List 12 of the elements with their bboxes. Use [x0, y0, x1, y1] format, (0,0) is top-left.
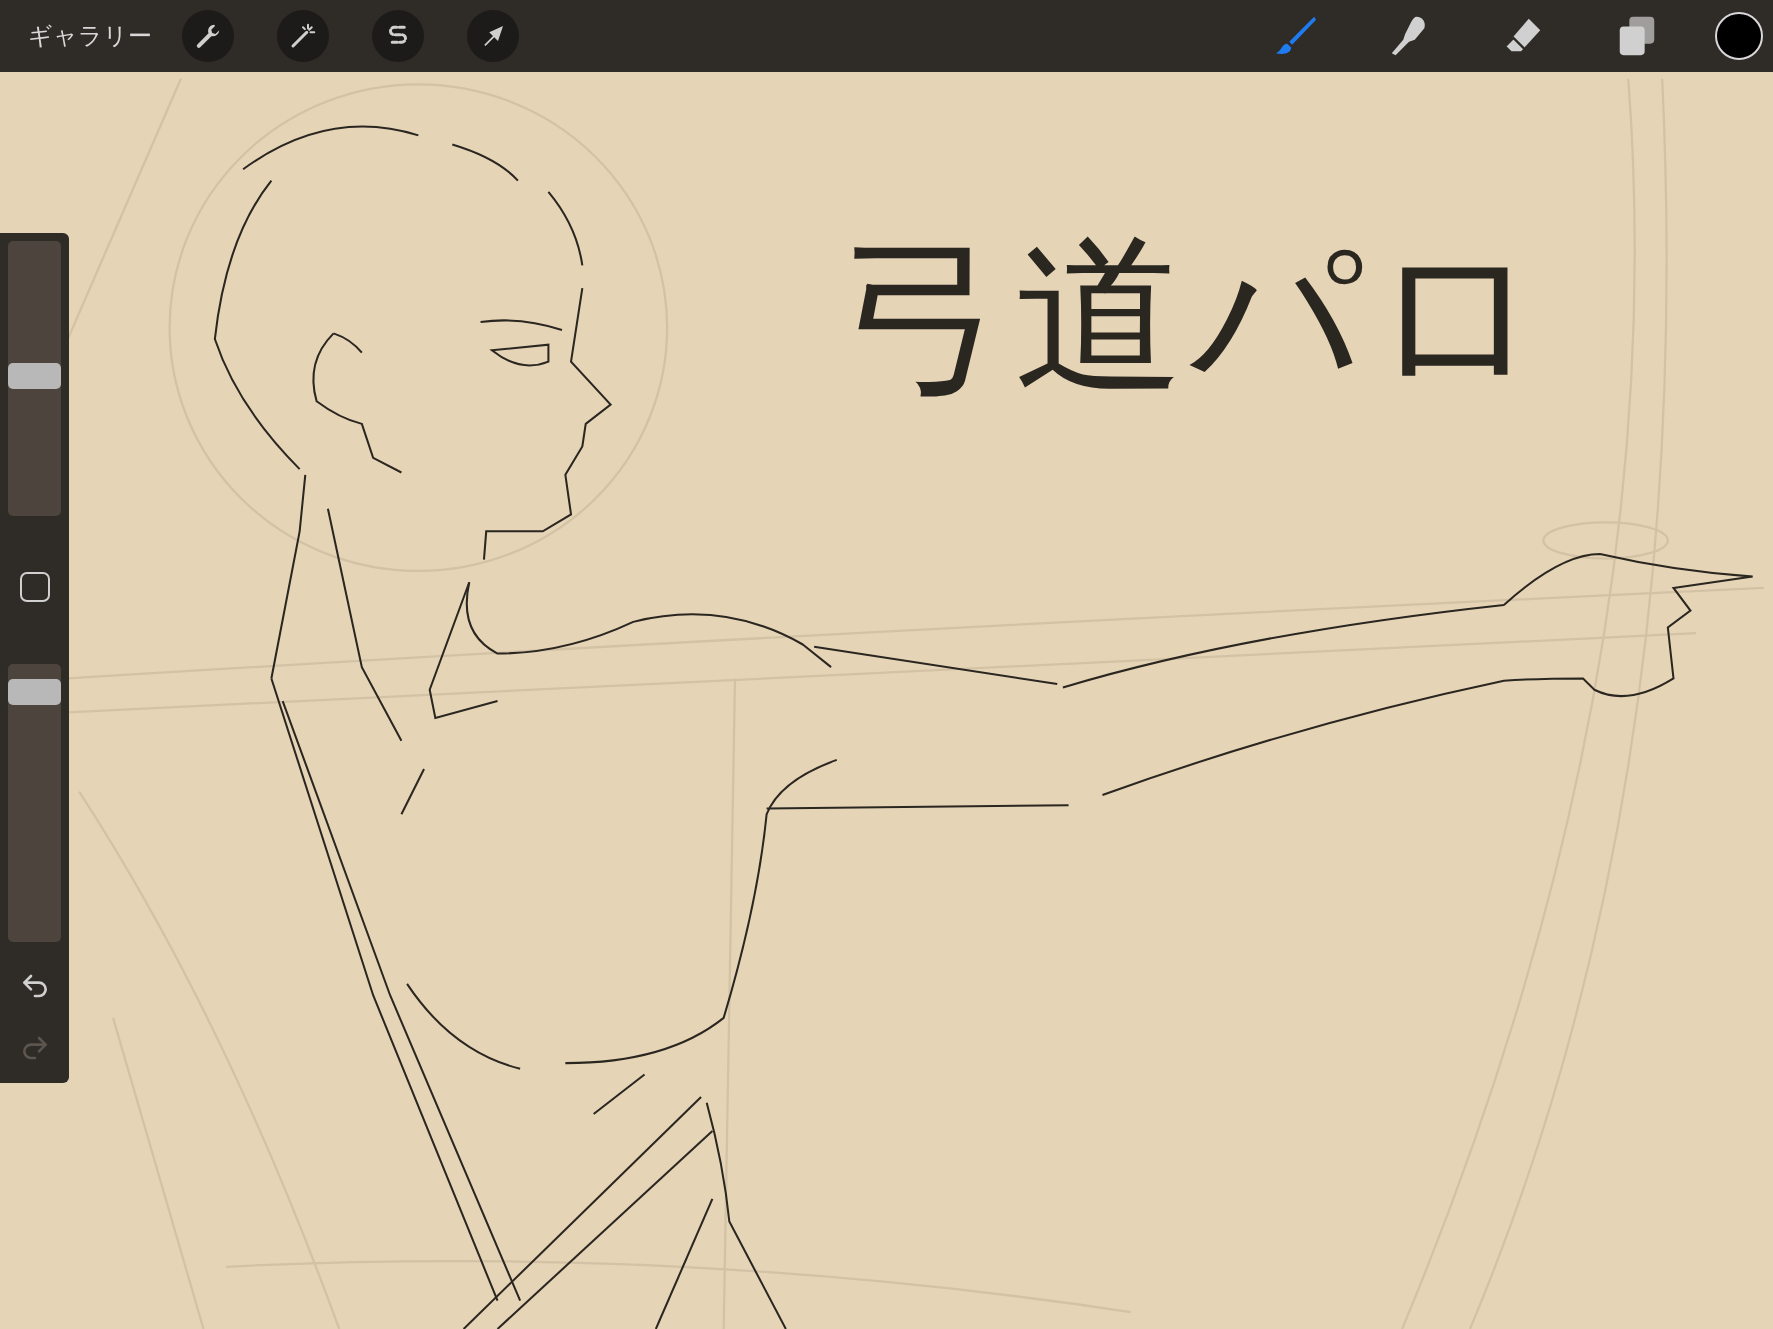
adjustments-button[interactable]: [277, 10, 329, 62]
modify-button[interactable]: [19, 572, 50, 602]
actions-button[interactable]: [182, 10, 234, 62]
opacity-slider[interactable]: [8, 664, 61, 942]
slider-thumb[interactable]: [8, 679, 61, 706]
brush-size-slider[interactable]: [8, 241, 61, 516]
handwritten-caption: 弓道パロ: [838, 222, 1550, 409]
transform-button[interactable]: [467, 10, 519, 62]
slider-thumb[interactable]: [8, 363, 61, 389]
color-swatch[interactable]: [1715, 12, 1763, 60]
selection-button[interactable]: [372, 10, 424, 62]
gallery-button[interactable]: ギャラリー: [22, 16, 158, 56]
